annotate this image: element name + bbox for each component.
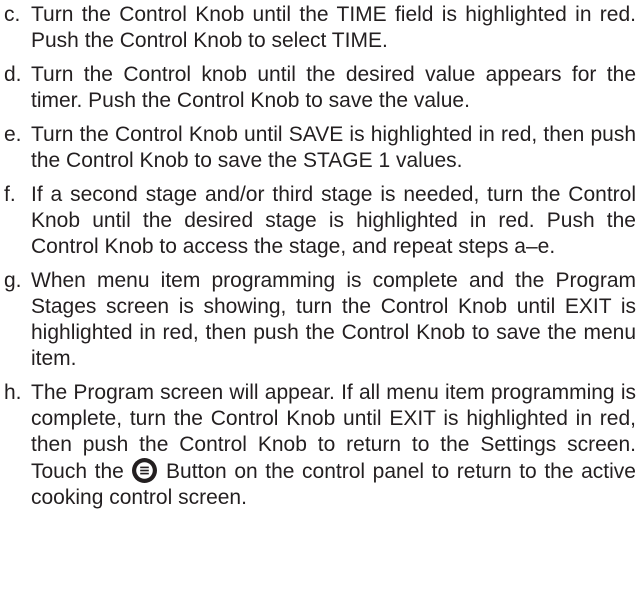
step-letter: d. <box>4 63 22 86</box>
step-e: e. Turn the Control Knob until SAVE is h… <box>4 122 636 174</box>
step-d: d. Turn the Control knob until the desir… <box>4 62 636 114</box>
step-letter: e. <box>4 123 22 146</box>
menu-button-icon <box>132 458 158 483</box>
step-letter: h. <box>4 381 22 404</box>
step-f: f. If a second stage and/or third stage … <box>4 182 636 260</box>
step-text: If a second stage and/or third stage is … <box>31 183 636 258</box>
step-letter: c. <box>4 3 21 26</box>
step-h: h. The Program screen will appear. If al… <box>4 380 636 511</box>
step-c: c. Turn the Control Knob until the TIME … <box>4 2 636 54</box>
step-text: Turn the Control Knob until the TIME fie… <box>31 3 636 52</box>
step-text: Turn the Control Knob until SAVE is high… <box>31 123 636 172</box>
instruction-steps: c. Turn the Control Knob until the TIME … <box>4 2 636 519</box>
step-text: When menu item programming is complete a… <box>31 269 636 370</box>
step-g: g. When menu item programming is complet… <box>4 268 636 372</box>
step-letter: g. <box>4 269 22 292</box>
step-text: Turn the Control knob until the desired … <box>31 63 636 112</box>
step-letter: f. <box>4 183 16 206</box>
